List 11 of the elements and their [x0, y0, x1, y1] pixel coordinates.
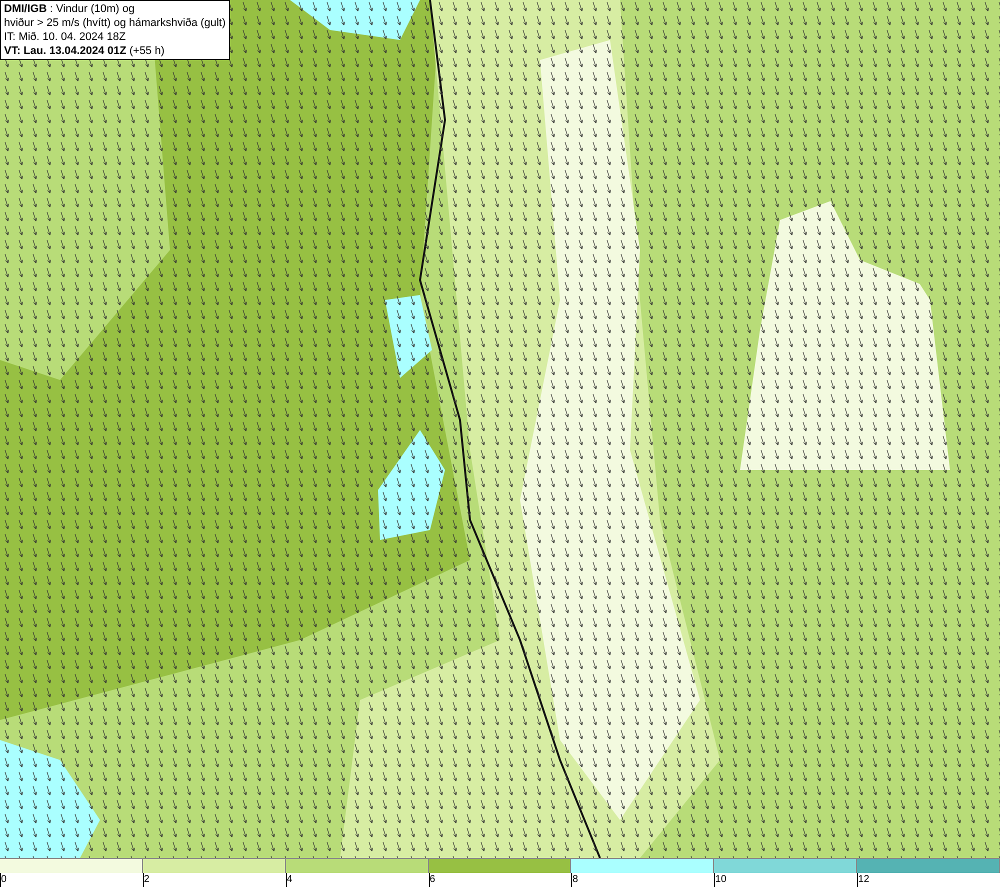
scale-label: 0 [1, 874, 7, 885]
legend-text: IT: Mið. 10. 04. 2024 18Z [4, 30, 127, 44]
legend-text: VT: Lau. 13.04.2024 01Z (+55 h) [4, 44, 166, 58]
scale-label: 6 [430, 874, 436, 885]
scale-label: 12 [858, 874, 870, 885]
scale-label: 8 [572, 874, 578, 885]
scale-label: 4 [286, 874, 292, 885]
scale-label: 2 [144, 874, 150, 885]
legend-text: hviður > 25 m/s (hvítt) og hámarkshviða (gult) [4, 16, 226, 30]
legend-text: DMI/IGB : Vindur (10m) og [4, 2, 136, 16]
scale-label: 10 [715, 874, 726, 885]
